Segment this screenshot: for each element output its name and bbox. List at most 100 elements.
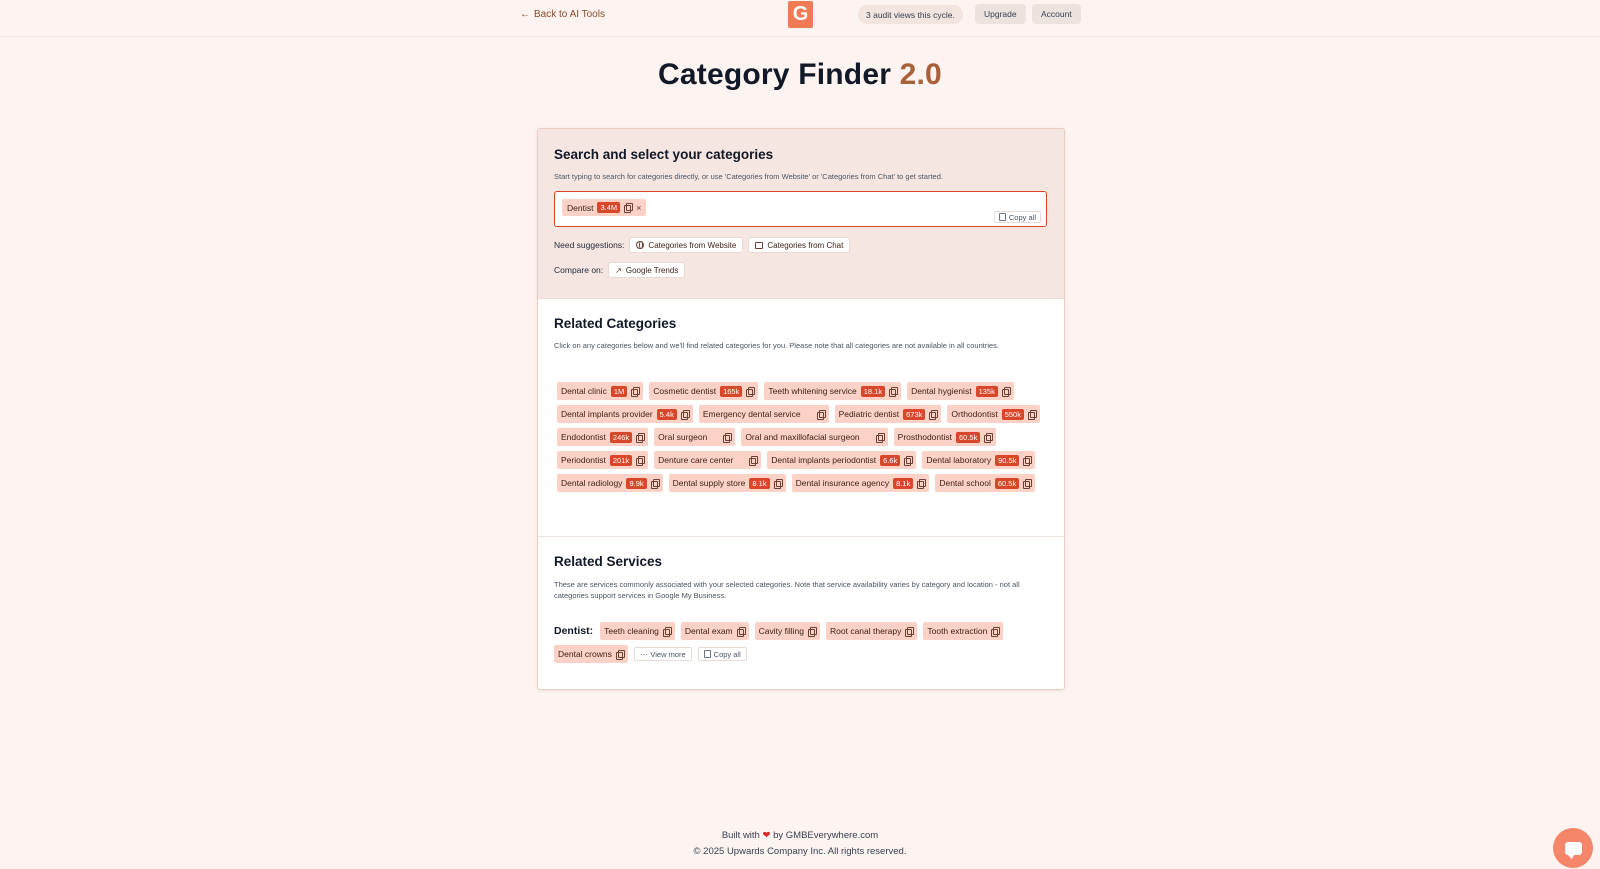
- copy-icon[interactable]: [746, 386, 756, 397]
- copy-icon[interactable]: [889, 386, 899, 397]
- copy-icon[interactable]: [991, 626, 1001, 637]
- related-category-count: 60.5k: [956, 431, 981, 443]
- account-button[interactable]: Account: [1032, 4, 1081, 24]
- footer-built-suffix[interactable]: by GMBEverywhere.com: [773, 830, 878, 841]
- related-category-chip[interactable]: Denture care center: [654, 451, 762, 469]
- copy-icon[interactable]: [636, 455, 646, 466]
- copy-icon[interactable]: [1027, 409, 1037, 420]
- footer-built-with: Built with ❤ by GMBEverywhere.com: [0, 830, 1600, 841]
- related-categories-list: Dental clinic 1M Cosmetic dentist 165k Teeth…: [557, 382, 1047, 492]
- audit-views-badge: 3 audit views this cycle.: [858, 5, 963, 24]
- copy-icon[interactable]: [749, 455, 759, 466]
- related-category-name: Dental clinic: [561, 386, 607, 396]
- related-category-name: Dental radiology: [561, 478, 623, 488]
- back-to-tools-link[interactable]: ← Back to AI Tools: [520, 9, 605, 20]
- service-name: Dental exam: [684, 626, 733, 636]
- service-chip[interactable]: Dental exam: [680, 622, 749, 640]
- remove-chip-icon[interactable]: ×: [636, 203, 641, 213]
- related-category-chip[interactable]: Periodontist 201k: [557, 451, 649, 469]
- related-category-name: Dental supply store: [672, 478, 746, 488]
- related-category-count: 8.1k: [893, 477, 914, 489]
- related-category-chip[interactable]: Dental insurance agency 8.1k: [791, 474, 930, 492]
- service-name: Dental crowns: [558, 649, 612, 659]
- copy-icon[interactable]: [1023, 478, 1033, 489]
- services-copy-all-button[interactable]: Copy all: [697, 647, 747, 661]
- copy-icon[interactable]: [1001, 386, 1011, 397]
- categories-from-chat-button[interactable]: Categories from Chat: [748, 237, 851, 253]
- app-logo[interactable]: G: [788, 1, 813, 28]
- related-category-name: Prosthodontist: [897, 432, 952, 442]
- section-divider: [538, 536, 1064, 537]
- related-category-count: 5.4k: [656, 408, 677, 420]
- service-chip[interactable]: Dental crowns: [554, 645, 628, 663]
- heart-icon: ❤: [762, 830, 771, 841]
- related-category-chip[interactable]: Teeth whitening service 18.1k: [764, 382, 902, 400]
- related-category-chip[interactable]: Cosmetic dentist 165k: [649, 382, 759, 400]
- copy-icon[interactable]: [736, 626, 746, 637]
- search-heading: Search and select your categories: [554, 147, 774, 162]
- copy-icon[interactable]: [631, 386, 641, 397]
- category-search-input[interactable]: Dentist 3.4M × Copy all: [554, 191, 1047, 227]
- copy-icon[interactable]: [636, 432, 646, 443]
- compare-row: Compare on: ↗ Google Trends: [554, 262, 686, 278]
- back-link-label: Back to AI Tools: [534, 9, 605, 20]
- related-category-chip[interactable]: Dental hygienist 135k: [907, 382, 1014, 400]
- copy-icon[interactable]: [905, 626, 915, 637]
- service-chip[interactable]: Teeth cleaning: [600, 622, 675, 640]
- page-title-main: Category Finder: [658, 58, 892, 91]
- copy-icon[interactable]: [984, 432, 994, 443]
- upgrade-button[interactable]: Upgrade: [975, 4, 1026, 24]
- category-finder-card: Search and select your categories Start …: [537, 128, 1065, 690]
- related-category-chip[interactable]: Dental radiology 9.9k: [557, 474, 663, 492]
- copy-icon[interactable]: [875, 432, 885, 443]
- related-category-chip[interactable]: Dental implants provider 5.4k: [557, 405, 693, 423]
- view-more-label: View more: [650, 649, 686, 659]
- chat-icon: [755, 241, 764, 249]
- related-category-chip[interactable]: Endodontist 246k: [557, 428, 649, 446]
- related-category-chip[interactable]: Prosthodontist 60.5k: [893, 428, 997, 446]
- related-category-chip[interactable]: Oral surgeon: [654, 428, 736, 446]
- related-category-chip[interactable]: Dental implants periodontist 6.6k: [767, 451, 917, 469]
- service-chip[interactable]: Tooth extraction: [923, 622, 1004, 640]
- copy-icon[interactable]: [723, 432, 733, 443]
- chat-widget-button[interactable]: [1553, 828, 1593, 868]
- copy-icon[interactable]: [773, 478, 783, 489]
- related-category-name: Oral and maxillofacial surgeon: [745, 432, 860, 442]
- related-category-chip[interactable]: Dental clinic 1M: [557, 382, 644, 400]
- service-chip[interactable]: Cavity filling: [754, 622, 820, 640]
- related-category-name: Teeth whitening service: [768, 386, 857, 396]
- related-category-chip[interactable]: Orthodontist 550k: [947, 405, 1040, 423]
- related-category-chip[interactable]: Dental laboratory 90.5k: [922, 451, 1036, 469]
- related-category-count: 550k: [1001, 408, 1024, 420]
- copy-icon[interactable]: [624, 203, 634, 213]
- service-chip[interactable]: Root canal therapy: [826, 622, 918, 640]
- related-services-description: These are services commonly associated w…: [554, 580, 1020, 600]
- copy-icon[interactable]: [662, 626, 672, 637]
- copy-icon[interactable]: [917, 478, 927, 489]
- search-description: Start typing to search for categories di…: [554, 172, 943, 181]
- copy-icon[interactable]: [816, 409, 826, 420]
- copy-all-button[interactable]: Copy all: [993, 211, 1041, 223]
- categories-from-website-button[interactable]: Categories from Website: [629, 237, 744, 253]
- copy-icon[interactable]: [650, 478, 660, 489]
- copy-icon[interactable]: [615, 649, 625, 660]
- related-category-name: Dental implants provider: [561, 409, 653, 419]
- related-category-name: Denture care center: [658, 455, 734, 465]
- copy-icon[interactable]: [929, 409, 939, 420]
- related-category-chip[interactable]: Dental school 60.5k: [935, 474, 1036, 492]
- view-more-button[interactable]: ⋯ View more: [633, 647, 692, 661]
- related-category-chip[interactable]: Pediatric dentist 673k: [834, 405, 942, 423]
- selected-category-chip[interactable]: Dentist 3.4M ×: [562, 199, 647, 216]
- copy-icon[interactable]: [808, 626, 817, 637]
- copy-icon[interactable]: [1023, 455, 1033, 466]
- copy-icon[interactable]: [680, 409, 690, 420]
- related-category-count: 201k: [609, 454, 633, 466]
- related-category-chip[interactable]: Dental supply store 8.1k: [668, 474, 786, 492]
- trending-up-icon: ↗: [615, 265, 622, 275]
- related-category-name: Dental hygienist: [911, 386, 972, 396]
- service-name: Teeth cleaning: [604, 626, 659, 636]
- related-category-chip[interactable]: Oral and maxillofacial surgeon: [741, 428, 888, 446]
- google-trends-button[interactable]: ↗ Google Trends: [608, 262, 686, 278]
- copy-icon[interactable]: [904, 455, 914, 466]
- related-category-chip[interactable]: Emergency dental service: [698, 405, 829, 423]
